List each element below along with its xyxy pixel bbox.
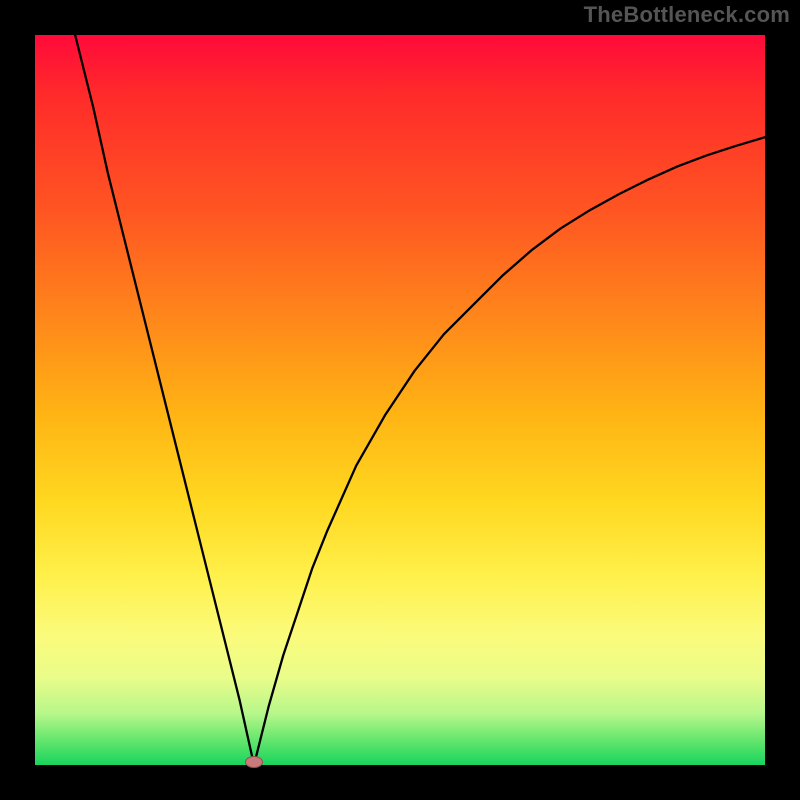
curve-minimum-marker (245, 756, 263, 768)
chart-frame: TheBottleneck.com (0, 0, 800, 800)
plot-area (35, 35, 765, 765)
watermark-text: TheBottleneck.com (584, 2, 790, 28)
bottleneck-curve (35, 35, 765, 765)
